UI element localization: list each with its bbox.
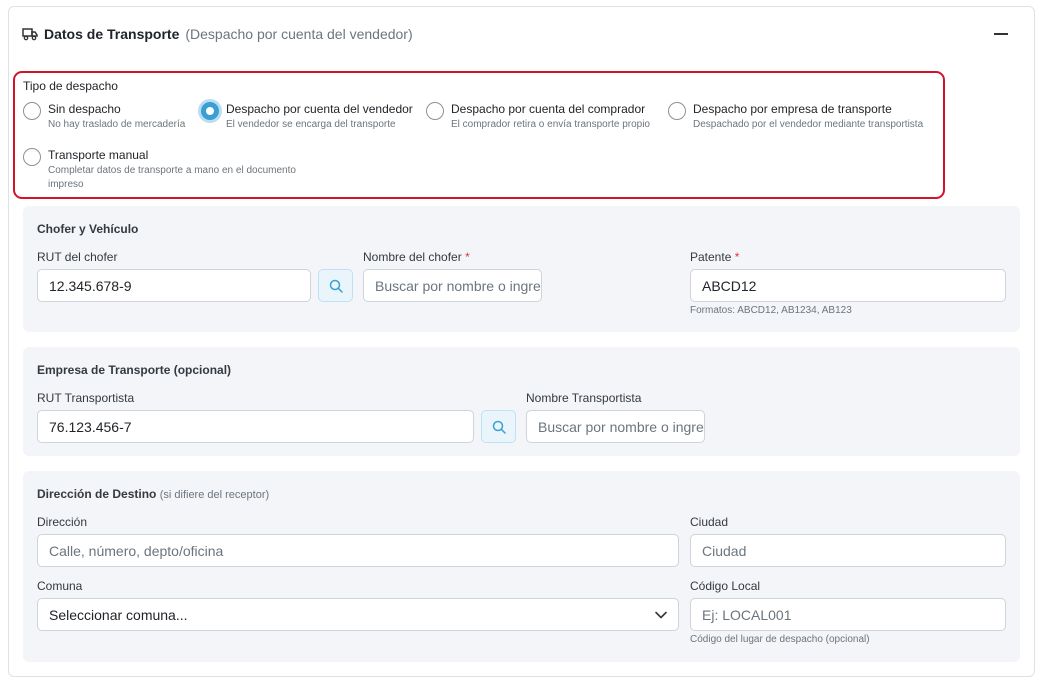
minus-icon bbox=[994, 33, 1008, 35]
city-input[interactable]: Ciudad bbox=[690, 534, 1006, 567]
chevron-down-icon bbox=[655, 611, 667, 619]
option-label: Despacho por empresa de transporte bbox=[693, 102, 892, 116]
radio-option-empresa[interactable]: Despacho por empresa de transporte Despa… bbox=[668, 101, 938, 132]
plate-label: Patente * bbox=[690, 250, 739, 264]
option-label: Despacho por cuenta del comprador bbox=[451, 102, 646, 116]
option-label: Sin despacho bbox=[48, 102, 121, 116]
option-description: Completar datos de transporte a mano en … bbox=[48, 165, 296, 190]
company-name-input[interactable]: Buscar por nombre o ingresar bbox=[526, 410, 705, 443]
plate-label-text: Patente bbox=[690, 250, 732, 264]
company-rut-label: RUT Transportista bbox=[37, 391, 135, 405]
driver-name-label-text: Nombre del chofer bbox=[363, 250, 462, 264]
card-header: Datos de Transporte (Despacho por cuenta… bbox=[22, 24, 413, 44]
address-label: Dirección bbox=[37, 515, 88, 529]
driver-search-button[interactable] bbox=[318, 269, 353, 302]
radio-button[interactable] bbox=[23, 148, 41, 166]
destination-title-note: (si difiere del receptor) bbox=[159, 489, 270, 501]
truck-icon bbox=[22, 27, 38, 41]
driver-name-input[interactable]: Buscar por nombre o ingresar bbox=[363, 269, 542, 302]
local-code-label: Código Local bbox=[690, 579, 761, 593]
required-mark: * bbox=[734, 250, 740, 264]
company-section-title: Empresa de Transporte (opcional) bbox=[37, 363, 232, 377]
radio-option-sin-despacho[interactable]: Sin despacho No hay traslado de mercader… bbox=[23, 101, 193, 132]
radio-button[interactable] bbox=[426, 102, 444, 120]
driver-section-title: Chofer y Vehículo bbox=[37, 222, 139, 236]
radio-button-checked[interactable] bbox=[201, 102, 219, 120]
plate-hint: Formatos: ABCD12, AB1234, AB123 bbox=[690, 305, 852, 316]
plate-input[interactable]: ABCD12 bbox=[690, 269, 1006, 302]
driver-rut-label: RUT del chofer bbox=[37, 250, 118, 264]
dispatch-type-label: Tipo de despacho bbox=[23, 79, 118, 93]
radio-button[interactable] bbox=[23, 102, 41, 120]
driver-rut-input[interactable]: 12.345.678-9 bbox=[37, 269, 311, 302]
destination-section-title: Dirección de Destino (si difiere del rec… bbox=[37, 487, 269, 501]
company-search-button[interactable] bbox=[481, 410, 516, 443]
city-label: Ciudad bbox=[690, 515, 729, 529]
search-icon bbox=[329, 279, 343, 293]
driver-name-label: Nombre del chofer * bbox=[363, 250, 470, 264]
option-description: El vendedor se encarga del transporte bbox=[226, 119, 396, 130]
option-description: El comprador retira o envía transporte p… bbox=[451, 119, 650, 130]
option-label: Transporte manual bbox=[48, 148, 149, 162]
company-name-label: Nombre Transportista bbox=[526, 391, 642, 405]
required-mark: * bbox=[465, 250, 470, 264]
destination-title-text: Dirección de Destino bbox=[37, 487, 157, 501]
radio-option-manual[interactable]: Transporte manual Completar datos de tra… bbox=[23, 147, 313, 192]
comuna-selected-value: Seleccionar comuna... bbox=[49, 606, 188, 623]
comuna-select[interactable]: Seleccionar comuna... bbox=[37, 598, 679, 631]
card-title: Datos de Transporte bbox=[44, 26, 180, 42]
radio-option-vendedor[interactable]: Despacho por cuenta del vendedor El vend… bbox=[201, 101, 419, 132]
radio-button[interactable] bbox=[668, 102, 686, 120]
option-description: No hay traslado de mercadería bbox=[48, 119, 186, 130]
radio-option-comprador[interactable]: Despacho por cuenta del comprador El com… bbox=[426, 101, 662, 132]
option-label: Despacho por cuenta del vendedor bbox=[226, 102, 413, 116]
company-rut-input[interactable]: 76.123.456-7 bbox=[37, 410, 474, 443]
option-description: Despachado por el vendedor mediante tran… bbox=[693, 119, 924, 130]
local-code-input[interactable]: Ej: LOCAL001 bbox=[690, 598, 1006, 631]
comuna-label: Comuna bbox=[37, 579, 83, 593]
card-subtitle: (Despacho por cuenta del vendedor) bbox=[185, 26, 413, 42]
collapse-button[interactable] bbox=[990, 24, 1012, 44]
address-input[interactable]: Calle, número, depto/oficina bbox=[37, 534, 679, 567]
search-icon bbox=[492, 420, 506, 434]
local-code-hint: Código del lugar de despacho (opcional) bbox=[690, 634, 870, 645]
